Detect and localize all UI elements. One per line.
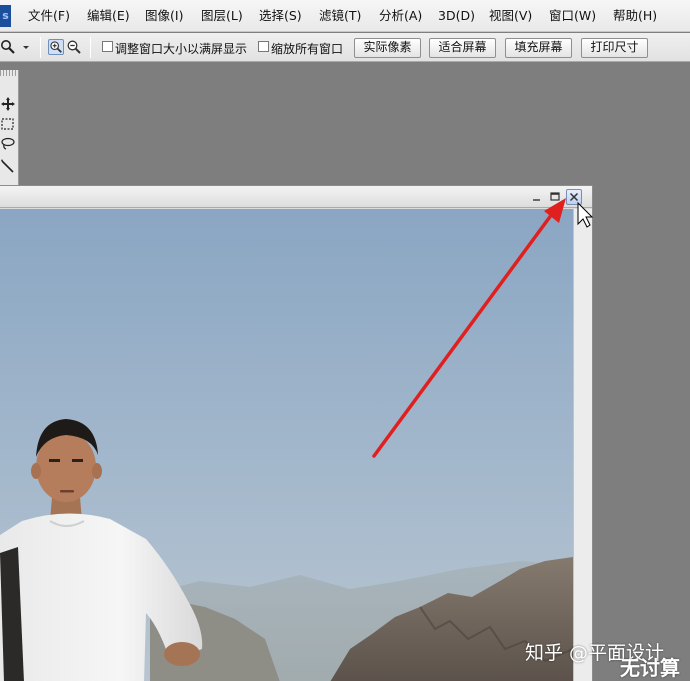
menu-view[interactable]: 视图(V) [489,7,532,25]
options-bar: 调整窗口大小以满屏显示 缩放所有窗口 实际像素 适合屏幕 填充屏幕 打印尺寸 [0,33,690,62]
zoom-all-windows-checkbox[interactable] [258,41,269,52]
menu-analysis[interactable]: 分析(A) [379,7,422,25]
divider [90,37,91,58]
menu-bar: s 文件(F) 编辑(E) 图像(I) 图层(L) 选择(S) 滤镜(T) 分析… [0,0,690,32]
magnifier-icon[interactable] [0,39,16,55]
menu-image[interactable]: 图像(I) [145,7,183,25]
fit-screen-button[interactable]: 适合屏幕 [429,38,496,58]
document-titlebar[interactable] [0,186,592,208]
marquee-icon[interactable] [0,116,16,134]
fill-screen-button[interactable]: 填充屏幕 [505,38,572,58]
chevron-down-icon[interactable] [21,41,31,51]
tools-panel [0,70,19,186]
close-icon[interactable] [566,189,582,205]
zoom-all-windows-label: 缩放所有窗口 [271,42,344,56]
move-icon[interactable] [0,96,16,114]
photoshop-logo-icon: s [0,5,11,27]
corner-watermark: 无讨算 [620,656,680,680]
menu-layer[interactable]: 图层(L) [201,7,243,25]
minimize-icon[interactable] [529,189,545,205]
menu-filter[interactable]: 滤镜(T) [319,7,361,25]
menu-file[interactable]: 文件(F) [28,7,70,25]
zoom-in-icon[interactable] [48,39,64,55]
document-window[interactable] [0,185,593,681]
actual-pixels-button[interactable]: 实际像素 [354,38,421,58]
maximize-icon[interactable] [547,189,563,205]
menu-window[interactable]: 窗口(W) [549,7,596,25]
menu-help[interactable]: 帮助(H) [613,7,657,25]
menu-3d[interactable]: 3D(D) [438,7,475,25]
photo-image [0,209,573,681]
vertical-scrollbar[interactable] [573,209,592,681]
resize-windows-label: 调整窗口大小以满屏显示 [115,42,248,56]
print-size-button[interactable]: 打印尺寸 [581,38,648,58]
menu-select[interactable]: 选择(S) [259,7,302,25]
zoom-out-icon[interactable] [66,39,82,55]
magic-wand-icon[interactable] [0,158,16,176]
resize-windows-checkbox[interactable] [102,41,113,52]
menu-edit[interactable]: 编辑(E) [87,7,130,25]
panel-grip[interactable] [0,70,18,76]
document-canvas[interactable] [0,209,573,681]
divider [40,37,41,58]
lasso-icon[interactable] [0,136,16,154]
